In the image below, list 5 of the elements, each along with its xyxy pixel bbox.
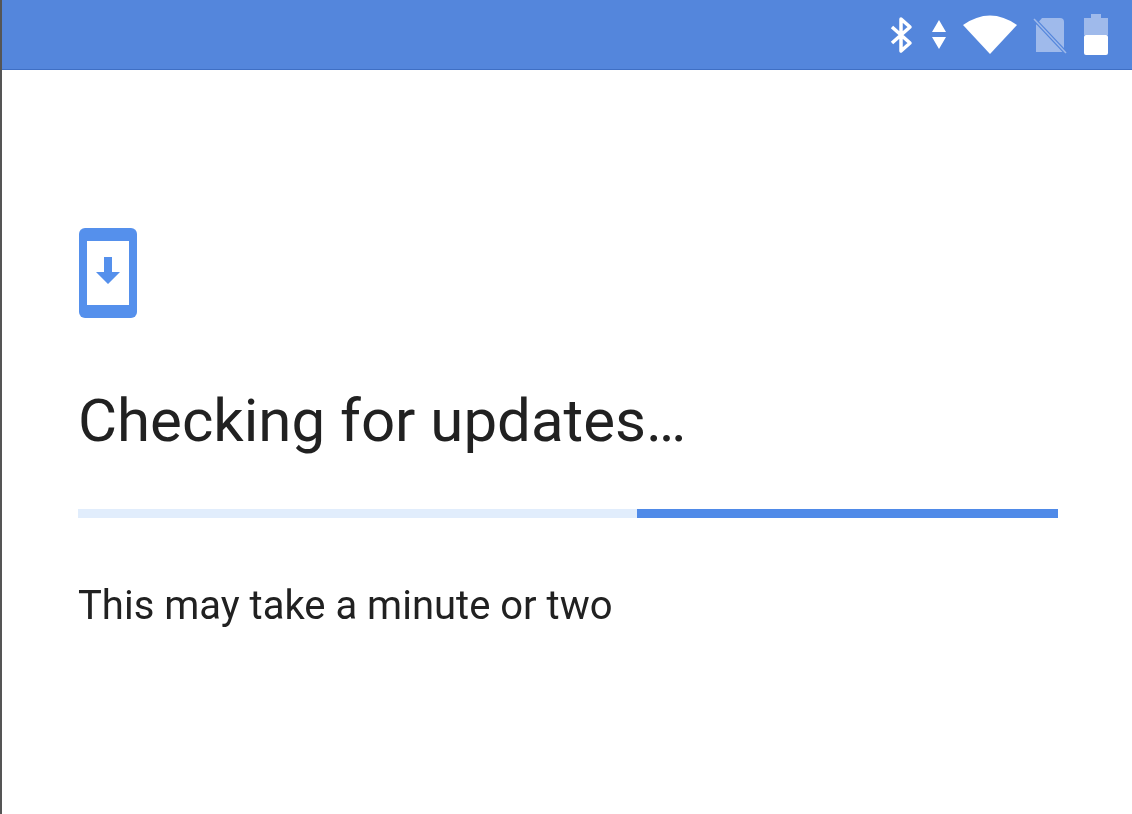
battery-icon bbox=[1082, 11, 1110, 58]
subtitle: This may take a minute or two bbox=[78, 581, 614, 631]
page-title: Checking for updates… bbox=[78, 384, 688, 458]
phone-download-icon bbox=[78, 227, 138, 319]
wifi-icon bbox=[962, 13, 1018, 56]
